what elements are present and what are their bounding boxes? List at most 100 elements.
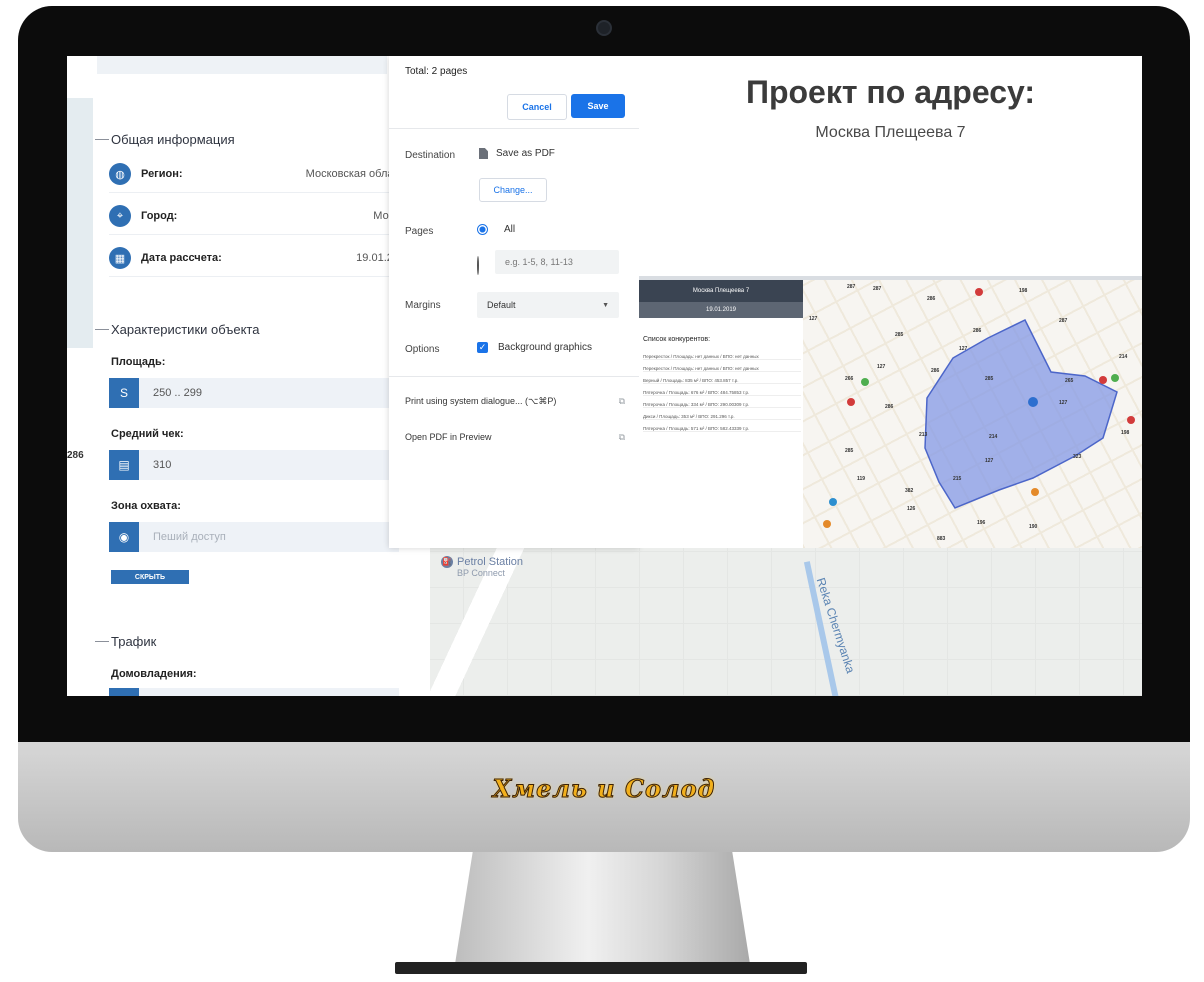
preview-page-1: Проект по адресу: Москва Плещеева 7 — [639, 56, 1142, 276]
map-pin-red — [847, 398, 855, 406]
region-row: ◍ Регион: Московская облас — [109, 156, 399, 193]
map-number: 382 — [905, 488, 914, 494]
map-number: 287 — [847, 284, 856, 290]
fuel-icon: ⛽ — [441, 556, 453, 568]
monitor-base — [395, 962, 807, 974]
map-number: 286 — [885, 404, 894, 410]
pages-label: Pages — [405, 226, 434, 237]
map-number: 214 — [989, 434, 998, 440]
pages-custom-radio[interactable] — [477, 256, 479, 275]
destination-label: Destination — [405, 150, 456, 161]
map-number: 323 — [1073, 454, 1082, 460]
pages-all-option[interactable]: All — [477, 224, 515, 235]
cancel-button[interactable]: Cancel — [507, 94, 567, 120]
date-row: ▦ Дата рассчета: 19.01.20 — [109, 240, 399, 277]
dialog-divider-2 — [389, 376, 639, 377]
map-number: 266 — [845, 376, 854, 382]
map-number: 190 — [1029, 524, 1038, 530]
area-s-icon: S — [109, 378, 139, 408]
monitor-stand — [455, 852, 750, 964]
map-pin-blue — [829, 498, 837, 506]
pages-range-input[interactable]: e.g. 1-5, 8, 11-13 — [495, 250, 619, 274]
competitor-item: Перекресток / Площадь: нет данных / ВПО:… — [643, 354, 801, 360]
petrol-sub: BP Connect — [457, 568, 505, 578]
open-preview-link[interactable]: Open PDF in Preview ⧉ — [405, 432, 625, 443]
print-preview: Проект по адресу: Москва Плещеева 7 Моск… — [639, 56, 1142, 548]
map-number: 119 — [857, 476, 866, 482]
map-number: 883 — [937, 536, 946, 542]
hide-button[interactable]: СКРЫТЬ — [111, 570, 189, 584]
margins-value: Default — [487, 300, 516, 310]
households-label: Домовладения: — [111, 668, 197, 680]
competitors-title: Список конкурентов: — [643, 336, 711, 343]
map-number: 126 — [907, 506, 916, 512]
map-number: 286 — [973, 328, 982, 334]
radio-selected-icon[interactable] — [477, 224, 488, 235]
location-pin-icon: ⌖ — [109, 205, 131, 227]
external-link-icon: ⧉ — [618, 432, 625, 442]
side-number: 286 — [67, 450, 84, 461]
region-label: Регион: — [141, 168, 183, 180]
preview-page-2: Москва Плещеева 7 19.01.2019 Список конк… — [639, 280, 1142, 548]
city-label: Город: — [141, 210, 178, 222]
map-number: 285 — [845, 448, 854, 454]
receipt-icon: ▤ — [109, 450, 139, 480]
external-link-icon: ⧉ — [618, 396, 625, 406]
map-pin-red — [975, 288, 983, 296]
checkbox-checked-icon[interactable]: ✓ — [477, 342, 488, 353]
page2-header: Москва Плещеева 7 — [639, 280, 803, 302]
map-number: 287 — [873, 286, 882, 292]
city-row: ⌖ Город: Моск — [109, 198, 399, 235]
map-edge-strip — [67, 98, 93, 348]
map-number: 127 — [959, 346, 968, 352]
coverage-placeholder: Пеший доступ — [153, 531, 226, 543]
save-button[interactable]: Save — [571, 94, 625, 118]
map-number: 196 — [977, 520, 986, 526]
region-value: Московская облас — [305, 168, 399, 180]
map-pin-red — [1127, 416, 1135, 424]
dropdown-arrow-icon: ▼ — [602, 301, 609, 309]
margins-select[interactable]: Default ▼ — [477, 292, 619, 318]
avg-check-value: 310 — [153, 459, 172, 471]
radio-empty-icon[interactable] — [477, 256, 479, 275]
map-pin-green — [1111, 374, 1119, 382]
options-label: Options — [405, 344, 440, 355]
map-number: 213 — [919, 432, 928, 438]
avg-check-label: Средний чек: — [111, 428, 184, 440]
competitor-item: Пятерочка / Площадь: 334 м² / ВПО: 290.0… — [643, 402, 801, 408]
background-graphics-option[interactable]: ✓ Background graphics — [477, 342, 592, 353]
map-number: 127 — [985, 458, 994, 464]
petrol-station-marker[interactable]: ⛽ Petrol Station BP Connect — [441, 556, 523, 578]
preview-map: 287 287 286 198 285 286 287 127 286 265 … — [803, 280, 1142, 548]
competitor-item: Пятерочка / Площадь: 676 м² / ВПО: 484.7… — [643, 390, 801, 396]
avg-check-field[interactable]: ▤ 310 — [109, 450, 399, 480]
section-general-title: Общая информация — [95, 132, 235, 147]
map-pin-red — [1099, 376, 1107, 384]
total-pages: Total: 2 pages — [405, 66, 468, 77]
document-icon — [479, 148, 488, 159]
households-field[interactable]: ⌂ — [109, 688, 399, 696]
map-number: 127 — [809, 316, 818, 322]
map-number: 286 — [931, 368, 940, 374]
map-number: 198 — [1019, 288, 1028, 294]
map-number: 265 — [1065, 378, 1074, 384]
coverage-label: Зона охвата: — [111, 500, 181, 512]
petrol-name: Petrol Station — [457, 556, 524, 568]
section-traffic-title: Трафик — [95, 634, 156, 649]
house-icon: ⌂ — [109, 688, 139, 696]
map-number: 198 — [1121, 430, 1130, 436]
competitors-column: Москва Плещеева 7 19.01.2019 Список конк… — [639, 280, 803, 548]
map-number: 127 — [1059, 400, 1068, 406]
map-pin-orange — [1031, 488, 1039, 496]
coverage-field[interactable]: ◉ Пеший доступ — [109, 522, 399, 552]
map-number: 287 — [1059, 318, 1068, 324]
change-destination-button[interactable]: Change... — [479, 178, 547, 202]
map-number: 215 — [953, 476, 962, 482]
calendar-icon: ▦ — [109, 247, 131, 269]
section-characteristics-title: Характеристики объекта — [95, 322, 259, 337]
system-dialog-link[interactable]: Print using system dialogue... (⌥⌘P) ⧉ — [405, 396, 625, 407]
margins-label: Margins — [405, 300, 441, 311]
area-field[interactable]: S 250 .. 299 — [109, 378, 399, 408]
globe-icon: ◍ — [109, 163, 131, 185]
competitor-item: Верный / Площадь: 835 м² / ВПО: 453.857 … — [643, 378, 801, 384]
